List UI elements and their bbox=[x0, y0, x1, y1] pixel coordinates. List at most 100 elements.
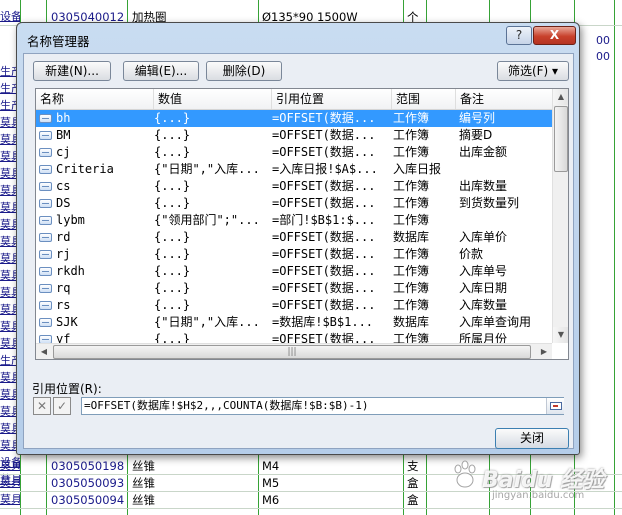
name-cell: rj bbox=[56, 247, 71, 261]
value-cell: {...} bbox=[154, 179, 191, 193]
scope-cell: 工作簿 bbox=[393, 213, 430, 227]
scope-cell: 数据库 bbox=[393, 315, 430, 329]
name-cell: cs bbox=[56, 179, 71, 193]
scroll-right-arrow-icon[interactable]: ▶ bbox=[536, 344, 552, 359]
scope-cell: 工作簿 bbox=[393, 111, 430, 125]
defined-name-icon bbox=[39, 267, 52, 276]
name-list-row[interactable]: rs {...} =OFFSET(数据... 工作簿 入库数量 bbox=[36, 297, 552, 314]
new-button[interactable]: 新建(N)... bbox=[33, 61, 111, 81]
refers-to-cell: =OFFSET(数据... bbox=[272, 281, 376, 295]
refers-to-label: 引用位置(R): bbox=[32, 382, 102, 396]
name-manager-dialog: 名称管理器 ? X 新建(N)... 编辑(E)... 删除(D) 筛选(F) … bbox=[16, 22, 580, 455]
horizontal-scroll-thumb[interactable]: ||| bbox=[53, 345, 531, 359]
column-header-refers-to[interactable]: 引用位置 bbox=[272, 89, 392, 109]
name-list-row[interactable]: DS {...} =OFFSET(数据... 工作簿 到货数量列 bbox=[36, 195, 552, 212]
sheet-cell: M5 bbox=[262, 476, 280, 490]
defined-name-icon bbox=[39, 284, 52, 293]
sheet-cell: 莫具 bbox=[0, 493, 20, 506]
name-cell: rkdh bbox=[56, 264, 85, 278]
refers-to-cell: =OFFSET(数据... bbox=[272, 145, 376, 159]
paw-logo-icon bbox=[454, 460, 476, 488]
dialog-title: 名称管理器 bbox=[27, 34, 90, 49]
close-button[interactable]: 关闭 bbox=[495, 428, 569, 449]
scroll-down-arrow-icon[interactable]: ▼ bbox=[553, 327, 568, 343]
confirm-edit-icon[interactable]: ✓ bbox=[53, 397, 71, 415]
defined-name-icon bbox=[39, 182, 52, 191]
delete-button[interactable]: 删除(D) bbox=[206, 61, 282, 81]
value-cell: {...} bbox=[154, 230, 191, 244]
value-cell: {...} bbox=[154, 128, 191, 142]
comment-cell: 价款 bbox=[459, 247, 484, 261]
refers-to-input[interactable]: =OFFSET(数据库!$H$2,,,COUNTA(数据库!$B:$B)-1) bbox=[81, 397, 564, 415]
comment-cell: 到货数量列 bbox=[459, 196, 520, 210]
name-list-row[interactable]: rd {...} =OFFSET(数据... 数据库 入库单价 bbox=[36, 229, 552, 246]
sheet-cell: 盒 bbox=[407, 476, 419, 490]
close-x-button[interactable]: X bbox=[533, 26, 576, 45]
comment-cell: 入库单号 bbox=[459, 264, 508, 278]
comment-cell: 出库金额 bbox=[459, 145, 508, 159]
value-cell: {"日期","入库... bbox=[154, 315, 260, 329]
value-cell: {...} bbox=[154, 281, 191, 295]
defined-name-icon bbox=[39, 233, 52, 242]
sheet-cell: 0305050198 bbox=[51, 459, 125, 473]
comment-cell: 摘要D bbox=[459, 128, 493, 142]
name-cell: rs bbox=[56, 298, 71, 312]
refers-to-cell: =数据库!$B$1... bbox=[272, 315, 374, 329]
column-header-value[interactable]: 数值 bbox=[154, 89, 272, 109]
sheet-cell: M4 bbox=[262, 459, 280, 473]
column-divider bbox=[614, 0, 615, 515]
sheet-cell: 00 bbox=[596, 50, 610, 63]
defined-name-icon bbox=[39, 199, 52, 208]
scope-cell: 入库日报 bbox=[393, 162, 442, 176]
value-cell: {"日期","入库... bbox=[154, 162, 260, 176]
defined-name-icon bbox=[39, 318, 52, 327]
dialog-titlebar[interactable]: 名称管理器 ? X bbox=[17, 23, 579, 53]
column-header-name[interactable]: 名称 bbox=[36, 89, 154, 109]
value-cell: {...} bbox=[154, 264, 191, 278]
column-header-scope[interactable]: 范围 bbox=[392, 89, 456, 109]
value-cell: {...} bbox=[154, 247, 191, 261]
comment-cell bbox=[459, 212, 552, 229]
name-list-row[interactable]: rkdh {...} =OFFSET(数据... 工作簿 入库单号 bbox=[36, 263, 552, 280]
scroll-left-arrow-icon[interactable]: ◀ bbox=[36, 344, 52, 359]
collapse-dialog-icon[interactable] bbox=[546, 398, 564, 414]
vertical-scroll-thumb[interactable] bbox=[554, 106, 568, 172]
column-header-comment[interactable]: 备注 bbox=[456, 89, 552, 109]
cancel-edit-icon[interactable]: ✕ bbox=[33, 397, 51, 415]
name-list-row[interactable]: bh {...} =OFFSET(数据... 工作簿 编号列 bbox=[36, 110, 552, 127]
scope-cell: 工作簿 bbox=[393, 264, 430, 278]
name-cell: lybm bbox=[56, 213, 85, 227]
refers-to-cell: =OFFSET(数据... bbox=[272, 298, 376, 312]
name-list-row[interactable]: lybm {"领用部门";"... =部门!$B$1:$... 工作簿 bbox=[36, 212, 552, 229]
name-list-row[interactable]: rj {...} =OFFSET(数据... 工作簿 价款 bbox=[36, 246, 552, 263]
refers-to-cell: =OFFSET(数据... bbox=[272, 230, 376, 244]
horizontal-scrollbar[interactable]: ◀ ||| ▶ bbox=[36, 343, 552, 359]
sheet-cell: 丝锥 bbox=[132, 476, 155, 490]
value-cell: {...} bbox=[154, 145, 191, 159]
edit-button[interactable]: 编辑(E)... bbox=[123, 61, 199, 81]
vertical-scrollbar[interactable]: ▲ ▼ bbox=[552, 89, 568, 343]
name-list-row[interactable]: cs {...} =OFFSET(数据... 工作簿 出库数量 bbox=[36, 178, 552, 195]
refers-to-cell: =OFFSET(数据... bbox=[272, 247, 376, 261]
scope-cell: 工作簿 bbox=[393, 196, 430, 210]
sheet-cell: 丝锥 bbox=[132, 493, 155, 507]
filter-button[interactable]: 筛选(F) ▾ bbox=[497, 61, 569, 81]
sheet-cell: M6 bbox=[262, 493, 280, 507]
name-list-row[interactable]: Criteria {"日期","入库... =入库日报!$A$... 入库日报 bbox=[36, 161, 552, 178]
value-cell: {...} bbox=[154, 196, 191, 210]
sheet-cell: 丝锥 bbox=[132, 459, 155, 473]
name-list-row[interactable]: rq {...} =OFFSET(数据... 工作簿 入库日期 bbox=[36, 280, 552, 297]
name-list-row[interactable]: SJK {"日期","入库... =数据库!$B$1... 数据库 入库单查询用 bbox=[36, 314, 552, 331]
refers-to-cell: =OFFSET(数据... bbox=[272, 111, 376, 125]
name-cell: rd bbox=[56, 230, 71, 244]
value-cell: {...} bbox=[154, 111, 191, 125]
names-list[interactable]: 名称 数值 引用位置 范围 备注 bh {...} =OFFSET(数据... 工作簿… bbox=[35, 88, 569, 360]
name-list-row[interactable]: cj {...} =OFFSET(数据... 工作簿 出库金额 bbox=[36, 144, 552, 161]
watermark-url: jingyan.baidu.com bbox=[492, 490, 585, 501]
help-button[interactable]: ? bbox=[506, 26, 532, 45]
refers-to-cell: =入库日报!$A$... bbox=[272, 162, 378, 176]
name-cell: SJK bbox=[56, 315, 78, 329]
name-list-row[interactable]: BM {...} =OFFSET(数据... 工作簿 摘要D bbox=[36, 127, 552, 144]
scroll-up-arrow-icon[interactable]: ▲ bbox=[553, 89, 568, 105]
name-cell: cj bbox=[56, 145, 71, 159]
